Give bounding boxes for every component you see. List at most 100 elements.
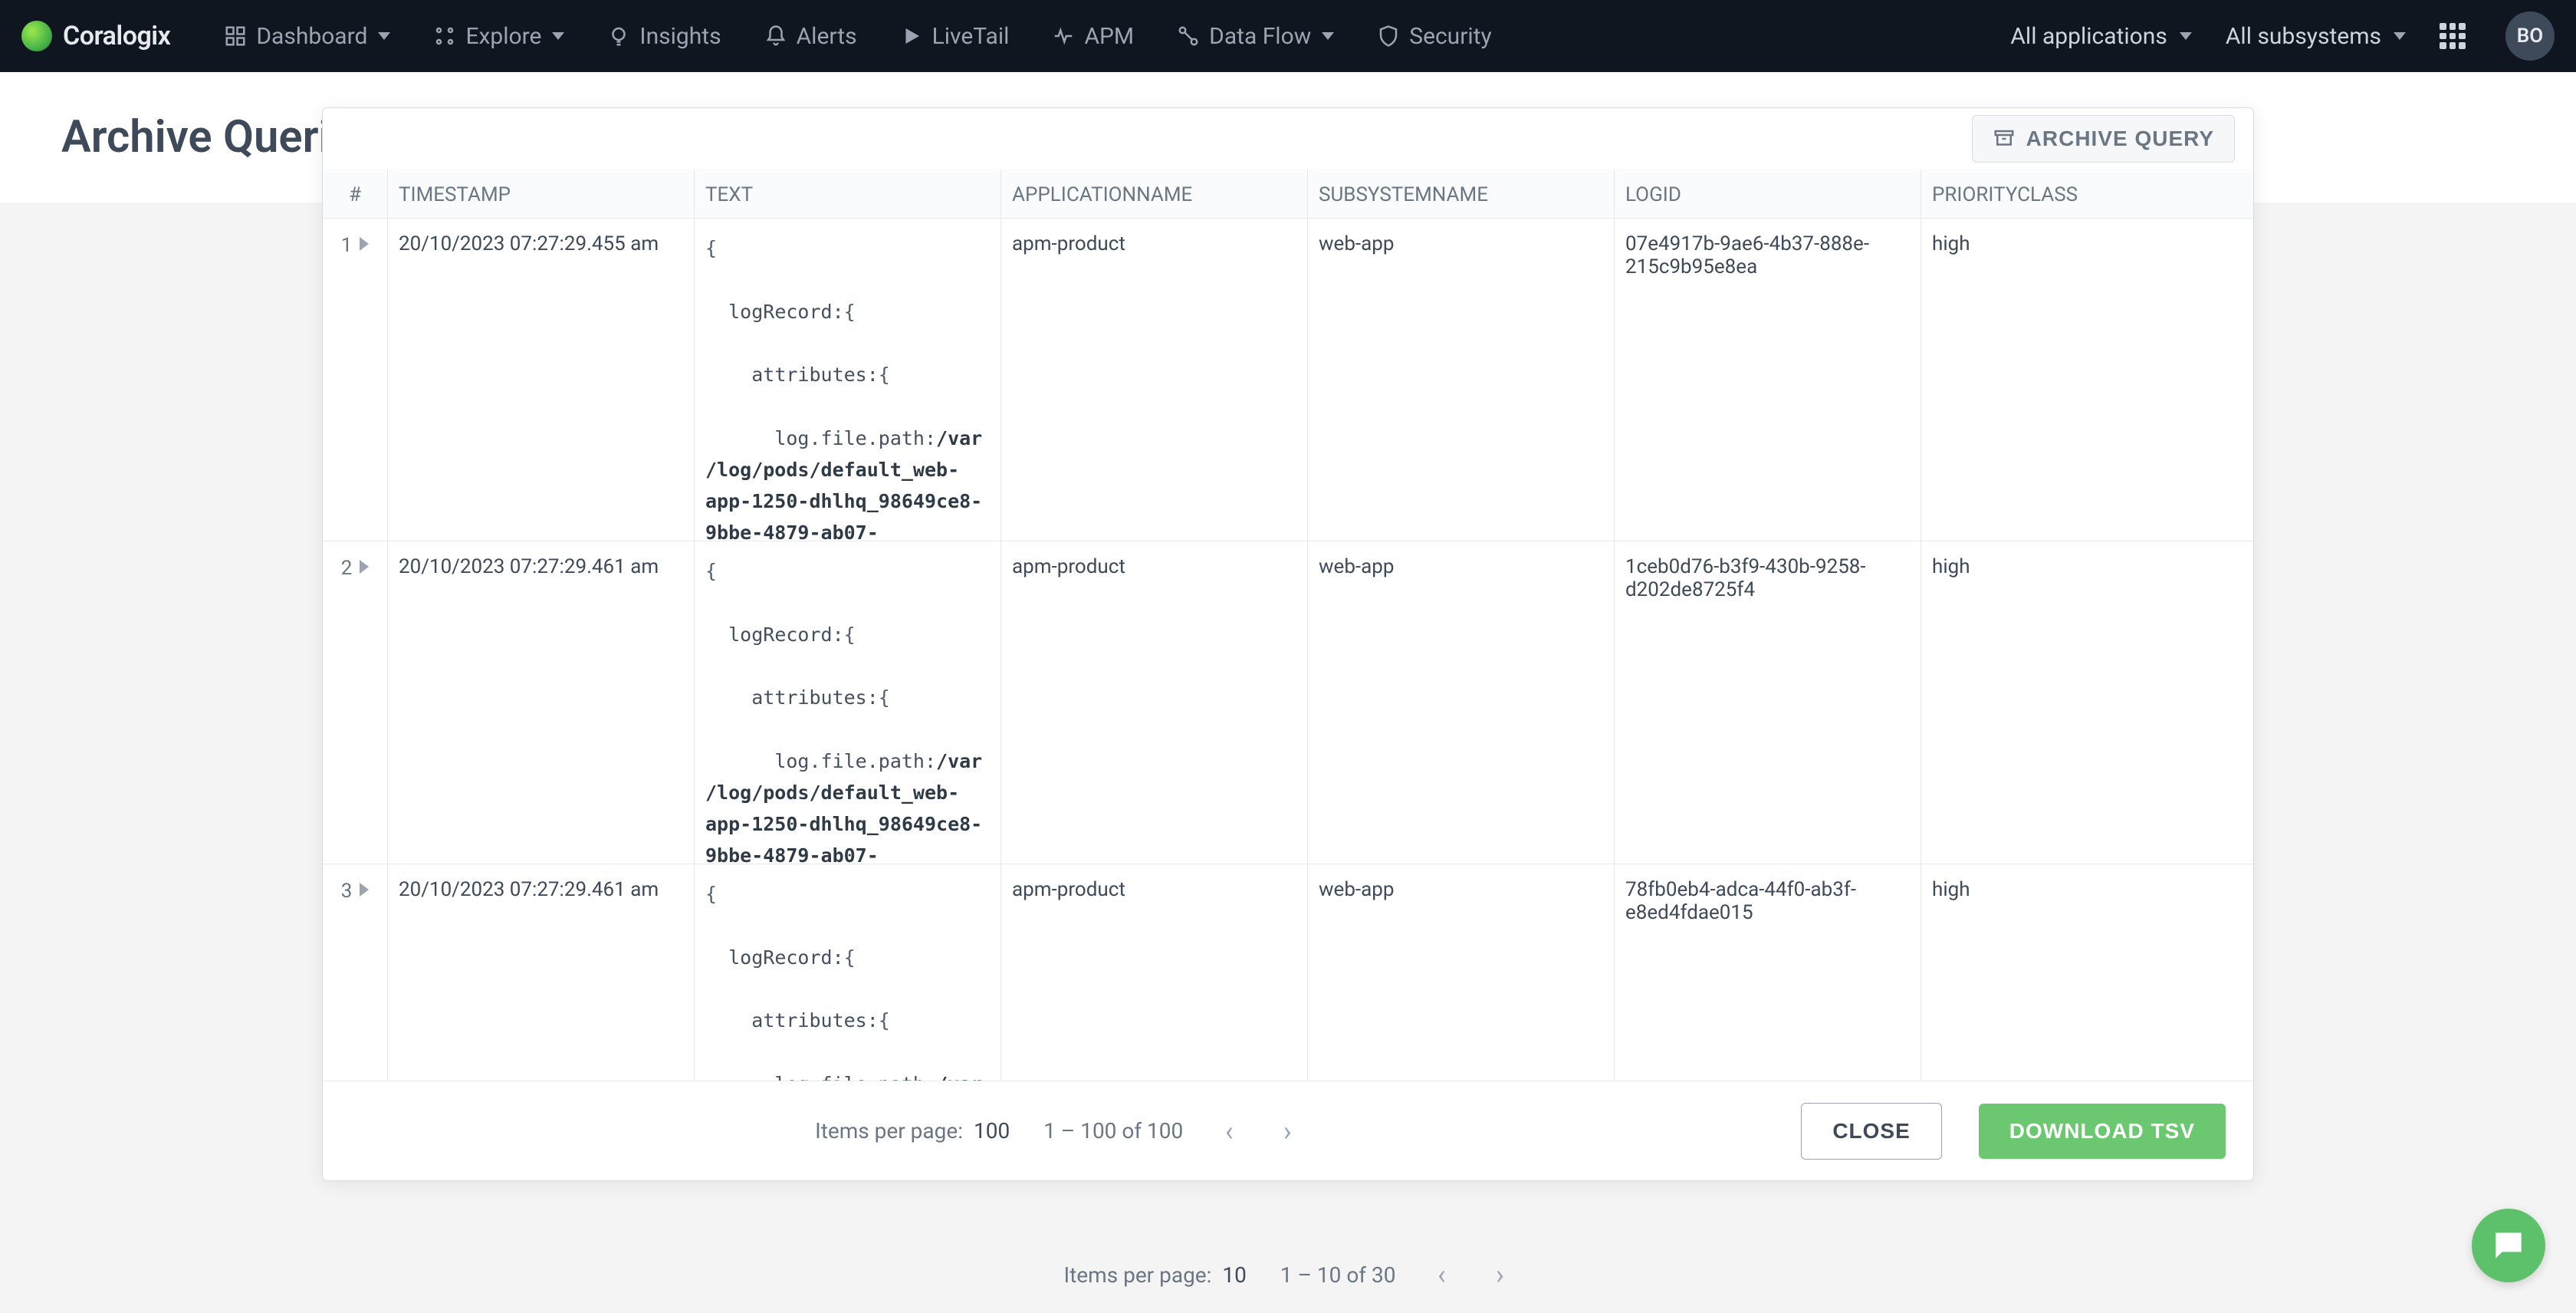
- user-avatar[interactable]: BO: [2505, 12, 2555, 61]
- archive-query-button[interactable]: ARCHIVE QUERY: [1972, 115, 2235, 163]
- top-nav: Coralogix Dashboard Explore Insights Ale…: [0, 0, 2576, 72]
- next-page-button[interactable]: ›: [1275, 1119, 1300, 1144]
- chevron-down-icon: [2394, 32, 2406, 40]
- col-priority[interactable]: PRIORITYCLASS: [1921, 169, 2227, 218]
- perpage-value: 10: [1222, 1262, 1246, 1288]
- cell-text: { logRecord:{ attributes:{ log.file.path…: [694, 864, 1001, 1081]
- nav-dashboard[interactable]: Dashboard: [219, 17, 395, 56]
- flow-icon: [1177, 25, 1200, 48]
- bell-icon: [764, 25, 787, 48]
- prev-page-button[interactable]: ‹: [1429, 1262, 1454, 1287]
- col-index[interactable]: #: [323, 169, 387, 218]
- scope-applications[interactable]: All applications: [2010, 23, 2192, 50]
- items-per-page[interactable]: Items per page: 100: [815, 1118, 1010, 1144]
- results-panel: ARCHIVE QUERY # TIMESTAMP TEXT APPLICATI…: [322, 107, 2254, 1181]
- lightbulb-icon: [607, 25, 630, 48]
- cell-timestamp: 20/10/2023 07:27:29.455 am: [387, 219, 694, 541]
- cell-subsystem: web-app: [1307, 219, 1614, 541]
- table-row: 3 20/10/2023 07:27:29.461 am { logRecord…: [323, 864, 2253, 1081]
- brand-name: Coralogix: [63, 21, 170, 51]
- nav-explore[interactable]: Explore: [429, 17, 569, 56]
- cell-text: { logRecord:{ attributes:{ log.file.path…: [694, 219, 1001, 541]
- cell-application: apm-product: [1001, 541, 1307, 864]
- perpage-label: Items per page:: [815, 1118, 963, 1144]
- chat-icon: [2489, 1226, 2528, 1265]
- cell-timestamp: 20/10/2023 07:27:29.461 am: [387, 541, 694, 864]
- col-text[interactable]: TEXT: [694, 169, 1001, 218]
- perpage-value: 100: [974, 1118, 1010, 1144]
- table-row: 2 20/10/2023 07:27:29.461 am { logRecord…: [323, 541, 2253, 864]
- row-expand-cell: 3: [323, 864, 387, 1081]
- brand[interactable]: Coralogix: [21, 21, 170, 51]
- results-toolbar: ARCHIVE QUERY: [323, 108, 2253, 169]
- nav-dataflow[interactable]: Data Flow: [1172, 17, 1339, 56]
- cell-application: apm-product: [1001, 864, 1307, 1081]
- page-range: 1 – 10 of 30: [1280, 1262, 1396, 1288]
- col-logid[interactable]: LOGID: [1614, 169, 1921, 218]
- expand-row-icon[interactable]: [360, 237, 369, 251]
- cell-priority: high: [1921, 219, 2227, 541]
- nav-label: Explore: [465, 23, 541, 50]
- scope-subsystems[interactable]: All subsystems: [2226, 23, 2406, 50]
- row-index: 3: [341, 880, 353, 1081]
- nav-label: Data Flow: [1209, 23, 1311, 50]
- nav-apm[interactable]: APM: [1047, 17, 1138, 56]
- nodes-icon: [433, 25, 456, 48]
- page-range: 1 – 100 of 100: [1043, 1118, 1183, 1144]
- prev-page-button[interactable]: ‹: [1217, 1119, 1241, 1144]
- table-row: 1 20/10/2023 07:27:29.455 am { logRecord…: [323, 219, 2253, 541]
- nav-livetail[interactable]: LiveTail: [895, 17, 1014, 56]
- pulse-icon: [1052, 25, 1075, 48]
- row-index: 1: [341, 234, 353, 527]
- nav-label: Alerts: [797, 23, 857, 50]
- cell-subsystem: web-app: [1307, 541, 1614, 864]
- page-title: Archive Querie: [61, 111, 354, 163]
- cell-subsystem: web-app: [1307, 864, 1614, 1081]
- brand-logo-icon: [21, 21, 52, 51]
- button-label: ARCHIVE QUERY: [2026, 127, 2214, 151]
- cell-priority: high: [1921, 541, 2227, 864]
- row-index: 2: [341, 557, 353, 850]
- expand-row-icon[interactable]: [360, 883, 369, 897]
- scope-label: All subsystems: [2226, 23, 2381, 50]
- col-subname[interactable]: SUBSYSTEMNAME: [1307, 169, 1614, 218]
- help-chat-button[interactable]: [2472, 1209, 2545, 1282]
- cell-text: { logRecord:{ attributes:{ log.file.path…: [694, 541, 1001, 864]
- perpage-label: Items per page:: [1064, 1262, 1212, 1288]
- nav-label: LiveTail: [932, 23, 1010, 50]
- chevron-down-icon: [1322, 32, 1334, 40]
- col-appname[interactable]: APPLICATIONNAME: [1001, 169, 1307, 218]
- nav-label: Insights: [639, 23, 721, 50]
- expand-row-icon[interactable]: [360, 560, 369, 574]
- grid-icon: [224, 25, 247, 48]
- play-icon: [900, 25, 923, 48]
- cell-timestamp: 20/10/2023 07:27:29.461 am: [387, 864, 694, 1081]
- archive-icon: [1993, 127, 2016, 150]
- chevron-down-icon: [2180, 32, 2192, 40]
- nav-label: Security: [1409, 23, 1491, 50]
- page-pagination: Items per page: 10 1 – 10 of 30 ‹ ›: [0, 1252, 2576, 1298]
- col-timestamp[interactable]: TIMESTAMP: [387, 169, 694, 218]
- cell-logid: 07e4917b-9ae6-4b37-888e-215c9b95e8ea: [1614, 219, 1921, 541]
- next-page-button[interactable]: ›: [1487, 1262, 1512, 1287]
- nav-alerts[interactable]: Alerts: [760, 17, 862, 56]
- cell-logid: 1ceb0d76-b3f9-430b-9258-d202de8725f4: [1614, 541, 1921, 864]
- cell-logid: 78fb0eb4-adca-44f0-ab3f-e8ed4fdae015: [1614, 864, 1921, 1081]
- items-per-page[interactable]: Items per page: 10: [1064, 1262, 1247, 1288]
- chevron-down-icon: [378, 32, 390, 40]
- table-body: 1 20/10/2023 07:27:29.455 am { logRecord…: [323, 219, 2253, 1081]
- table-header: # TIMESTAMP TEXT APPLICATIONNAME SUBSYST…: [323, 169, 2253, 219]
- row-expand-cell: 1: [323, 219, 387, 541]
- close-button[interactable]: CLOSE: [1801, 1103, 1941, 1160]
- cell-application: apm-product: [1001, 219, 1307, 541]
- nav-label: APM: [1084, 23, 1134, 50]
- row-expand-cell: 2: [323, 541, 387, 864]
- results-footer: Items per page: 100 1 – 100 of 100 ‹ › C…: [323, 1081, 2253, 1180]
- chevron-down-icon: [552, 32, 564, 40]
- nav-insights[interactable]: Insights: [603, 17, 725, 56]
- cell-priority: high: [1921, 864, 2227, 1081]
- scope-label: All applications: [2010, 23, 2167, 50]
- apps-menu-icon[interactable]: [2440, 23, 2466, 49]
- download-tsv-button[interactable]: DOWNLOAD TSV: [1979, 1104, 2226, 1159]
- nav-security[interactable]: Security: [1372, 17, 1496, 56]
